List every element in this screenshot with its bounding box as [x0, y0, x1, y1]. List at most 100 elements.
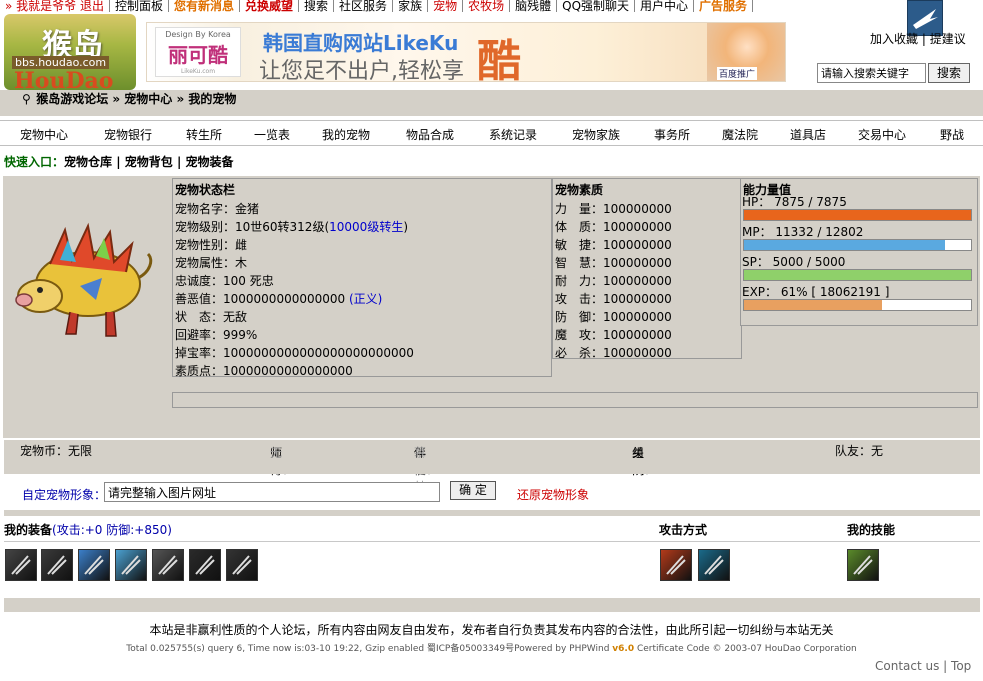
banner-brand-url: LikeKu.com	[180, 68, 216, 75]
top-menu-item[interactable]: 家族	[393, 0, 429, 12]
pet-level-suffix: )	[403, 220, 409, 234]
footer-stats-text: Total 0.025755(s) query 6, Time now is:0…	[126, 644, 613, 654]
top-menu-item[interactable]: 搜索	[299, 0, 335, 12]
pet-loyalty: 忠诚度：100 死忠	[175, 274, 274, 288]
contact-link[interactable]: Contact us	[875, 659, 939, 673]
site-logo[interactable]: 猴岛 bbs.houdao.com HouDao	[4, 14, 136, 90]
pet-attribute: 宠物属性：木	[175, 256, 248, 270]
quality-value: 100000000	[603, 256, 672, 270]
quality-label: 力 量：	[555, 202, 604, 216]
top-menu-item[interactable]: » 我就是爷爷 退出	[0, 0, 110, 12]
fire-attack-icon[interactable]	[660, 549, 692, 581]
quality-row: 耐 力：100000000	[553, 272, 741, 290]
top-menu-item[interactable]: 农牧场	[463, 0, 511, 12]
sp-bar-fill	[744, 270, 971, 280]
beast-skill-icon[interactable]	[847, 549, 879, 581]
grey-divider	[4, 510, 980, 516]
quick-link-equipment[interactable]: 宠物装备	[186, 155, 234, 169]
ring-icon[interactable]	[189, 549, 221, 581]
pet-quality-header: 宠物素质	[555, 183, 604, 197]
quality-label: 防 御：	[555, 310, 604, 324]
nav-item[interactable]: 一览表	[254, 126, 290, 143]
search-button[interactable]: 搜索	[928, 63, 970, 83]
nav-item[interactable]: 我的宠物	[322, 126, 370, 143]
quality-label: 敏 捷：	[555, 238, 604, 252]
nav-item[interactable]: 野战	[940, 126, 964, 143]
nav-item[interactable]: 物品合成	[406, 126, 454, 143]
teammate-info: 队友：无	[835, 444, 884, 458]
top-menu-item[interactable]: 兑换威望	[240, 0, 300, 12]
top-link[interactable]: Top	[951, 659, 971, 673]
header-links: 加入收藏 | 提建议	[870, 32, 966, 46]
add-favorite-link[interactable]: 加入收藏	[870, 32, 918, 46]
top-menu-item[interactable]: 社区服务	[334, 0, 394, 12]
helmet-icon[interactable]	[78, 549, 110, 581]
nav-item[interactable]: 魔法院	[722, 126, 758, 143]
pet-level: 宠物级别：10世60转312级(10000级转生)	[173, 218, 551, 236]
gauntlet-icon[interactable]	[226, 549, 258, 581]
ad-banner[interactable]: Design By Korea 丽可酷 LikeKu.com 韩国直购网站Lik…	[146, 22, 786, 82]
sp-label: SP： 5000 / 5000	[742, 255, 846, 269]
banner-line2: 让您足不出户,轻松享	[259, 59, 464, 82]
restore-image-link[interactable]: 还原宠物形象	[517, 486, 589, 503]
exp-bar-fill	[744, 300, 883, 310]
breadcrumb-text[interactable]: 猴岛游戏论坛 » 宠物中心 » 我的宠物	[36, 92, 236, 106]
equipment-title-text: 我的装备	[4, 523, 53, 537]
suggest-link[interactable]: 提建议	[930, 32, 966, 46]
mp-label: MP： 11332 / 12802	[742, 225, 864, 239]
equipment-stats: (攻击:+0 防御:+850)	[52, 523, 172, 537]
banner-big-char: 酷	[477, 36, 521, 82]
exp-bar	[743, 299, 972, 311]
quality-value: 100000000	[603, 310, 672, 324]
banner-line1: 韩国直购网站LikeKu	[263, 31, 459, 55]
nav-item[interactable]: 道具店	[790, 126, 826, 143]
breadcrumb: ⚲ 猴岛游戏论坛 » 宠物中心 » 我的宠物	[22, 90, 236, 107]
boots-icon[interactable]	[152, 549, 184, 581]
banner-brand-small: Design By Korea	[165, 30, 231, 39]
top-menu-item[interactable]: 宠物	[428, 0, 464, 12]
armor-icon[interactable]	[115, 549, 147, 581]
justice-link[interactable]: (正义)	[349, 292, 382, 306]
nav-item[interactable]: 交易中心	[858, 126, 906, 143]
top-menu-item[interactable]: 广告服务	[694, 0, 754, 12]
top-menu-item[interactable]: 您有新消息	[169, 0, 241, 12]
nav-item[interactable]: 系统记录	[489, 126, 537, 143]
quick-link-bag[interactable]: 宠物背包	[125, 155, 173, 169]
quality-row: 力 量：100000000	[553, 200, 741, 218]
nav-item[interactable]: 宠物中心	[20, 126, 68, 143]
quality-value: 100000000	[603, 346, 672, 360]
quick-link-warehouse[interactable]: 宠物仓库	[64, 155, 112, 169]
sword-icon[interactable]	[5, 549, 37, 581]
top-menu-item[interactable]: 用户中心	[635, 0, 695, 12]
nav-item[interactable]: 转生所	[186, 126, 222, 143]
quality-value: 100000000	[603, 238, 672, 252]
top-menu-item[interactable]: QQ强制聊天	[557, 0, 636, 12]
quality-row: 必 杀：100000000	[553, 344, 741, 362]
nav-item[interactable]: 事务所	[654, 126, 690, 143]
banner-badge: 百度推广	[717, 67, 758, 80]
pet-quality-list: 力 量：100000000 体 质：100000000 敏 捷：100000000 智…	[553, 200, 741, 362]
energy-orb-icon[interactable]	[698, 549, 730, 581]
top-menu-item[interactable]: 控制面板	[110, 0, 169, 12]
quality-label: 耐 力：	[555, 274, 604, 288]
nav-item[interactable]: 宠物家族	[572, 126, 620, 143]
search-input[interactable]	[817, 63, 926, 83]
exp-label: EXP： 61% [ 18062191 ]	[742, 285, 890, 299]
footer-grey-bar	[4, 598, 980, 612]
magnifier-icon: ⚲	[22, 92, 31, 106]
confirm-button[interactable]: 确 定	[450, 481, 496, 500]
quality-row: 攻 击：100000000	[553, 290, 741, 308]
quick-entry: 快速入口：宠物仓库 | 宠物背包 | 宠物装备	[4, 155, 234, 169]
pet-status-header: 宠物状态栏	[175, 183, 236, 197]
nav-item[interactable]: 宠物银行	[104, 126, 152, 143]
top-menu-item[interactable]: 脑残體	[510, 0, 558, 12]
pet-goodevil: 善恶值：1000000000000000 (正义)	[173, 290, 551, 308]
custom-image-url-input[interactable]	[104, 482, 440, 502]
mp-bar	[743, 239, 972, 251]
spear-icon[interactable]	[41, 549, 73, 581]
footer-version[interactable]: v6.0	[612, 644, 634, 654]
hp-bar-fill	[744, 210, 971, 220]
quality-label: 必 杀：	[555, 346, 604, 360]
banner-brand: Design By Korea 丽可酷 LikeKu.com	[155, 27, 241, 77]
rebirth-link[interactable]: 10000级转生	[329, 220, 403, 234]
